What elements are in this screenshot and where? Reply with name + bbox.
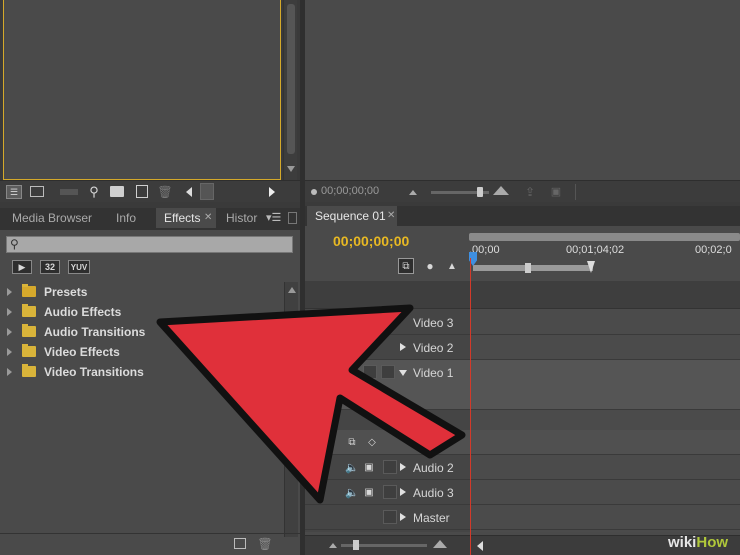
watermark-how: How [696,534,729,551]
watermark-wiki: wiki [668,534,697,551]
wikihow-watermark: wikiHow [668,534,738,554]
pointer-arrow-icon [156,304,466,504]
